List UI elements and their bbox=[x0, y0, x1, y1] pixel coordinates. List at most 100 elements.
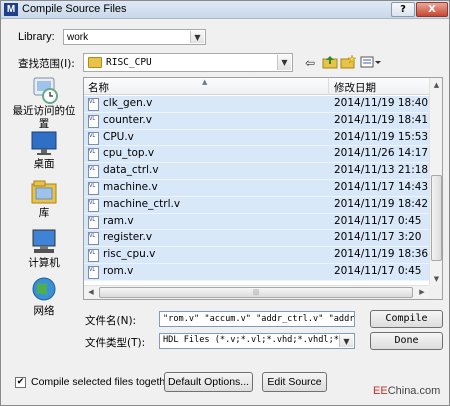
network-icon bbox=[28, 275, 60, 305]
verilog-file-icon: VL bbox=[88, 148, 99, 162]
horizontal-scrollbar[interactable]: ◀ ||| ▶ bbox=[84, 285, 429, 299]
scroll-corner bbox=[429, 285, 442, 299]
horizontal-scroll-thumb[interactable]: ||| bbox=[99, 287, 413, 298]
filename-label: 文件名(N): bbox=[85, 315, 137, 327]
file-date: 2014/11/19 18:41 bbox=[334, 113, 429, 126]
place-recent-places[interactable]: 最近访问的位置 bbox=[9, 75, 79, 131]
sort-ascending-icon: ▲ bbox=[202, 78, 208, 86]
column-date-modified[interactable]: 修改日期 bbox=[334, 80, 376, 95]
file-date: 2014/11/17 0:45 bbox=[334, 264, 422, 277]
look-in-label: 查找范围(I): bbox=[18, 58, 75, 70]
file-name: rom.v bbox=[103, 264, 134, 277]
place-computer[interactable]: 计算机 bbox=[9, 227, 79, 270]
watermark-logo: EEChina.com bbox=[373, 385, 440, 397]
library-label: Library: bbox=[18, 31, 55, 43]
verilog-file-icon: VL bbox=[88, 114, 99, 128]
file-name: cpu_top.v bbox=[103, 147, 155, 160]
compile-together-checkbox[interactable]: ✔ bbox=[15, 377, 26, 388]
compile-button[interactable]: Compile bbox=[370, 310, 443, 328]
file-name: machine.v bbox=[103, 180, 158, 193]
file-name: clk_gen.v bbox=[103, 97, 153, 109]
verilog-file-icon: VL bbox=[88, 265, 99, 279]
filetype-label: 文件类型(T): bbox=[85, 337, 146, 349]
place-label: 网络 bbox=[33, 305, 55, 317]
up-folder-icon[interactable] bbox=[321, 55, 339, 71]
place-label: 库 bbox=[38, 207, 50, 219]
file-date: 2014/11/19 18:36 bbox=[334, 248, 429, 261]
file-name: ram.v bbox=[103, 214, 134, 227]
file-row[interactable]: VL machine.v 2014/11/17 14:43 bbox=[84, 179, 429, 197]
look-in-select[interactable]: RISC_CPU ▼ bbox=[83, 53, 293, 72]
view-menu-icon[interactable] bbox=[359, 55, 383, 71]
verilog-file-icon: VL bbox=[88, 232, 99, 246]
done-button[interactable]: Done bbox=[370, 332, 443, 350]
place-label: 计算机 bbox=[28, 257, 60, 269]
place-desktop[interactable]: 桌面 bbox=[9, 128, 79, 171]
folder-icon bbox=[88, 57, 102, 68]
file-row[interactable]: VL ram.v 2014/11/17 0:45 bbox=[84, 213, 429, 231]
help-button[interactable]: ? bbox=[391, 2, 415, 17]
place-label: 桌面 bbox=[33, 158, 55, 170]
computer-icon bbox=[28, 227, 60, 257]
filetype-value: HDL Files (*.v;*.vl;*.vhd;*.vhdl;*.vh bbox=[163, 335, 339, 345]
place-network[interactable]: 网络 bbox=[9, 275, 79, 318]
filename-input[interactable]: "rom.v" "accum.v" "addr_ctrl.v" "addr_ bbox=[159, 311, 355, 327]
column-name[interactable]: 名称 bbox=[88, 80, 109, 95]
look-in-value: RISC_CPU bbox=[106, 57, 152, 68]
chevron-down-icon[interactable]: ▼ bbox=[277, 55, 291, 70]
column-separator[interactable] bbox=[328, 78, 329, 95]
file-name: CPU.v bbox=[103, 130, 134, 143]
file-name: data_ctrl.v bbox=[103, 164, 159, 177]
file-name: counter.v bbox=[103, 113, 152, 126]
vertical-scrollbar[interactable]: ▲ ▼ bbox=[429, 78, 442, 286]
file-name: register.v bbox=[103, 231, 153, 244]
vertical-scroll-thumb[interactable] bbox=[431, 175, 442, 261]
file-name: risc_cpu.v bbox=[103, 248, 156, 261]
library-select[interactable]: work ▼ bbox=[63, 29, 206, 45]
file-date: 2014/11/19 18:42 bbox=[334, 197, 429, 210]
file-row[interactable]: VL register.v 2014/11/17 3:20 bbox=[84, 230, 429, 248]
edit-source-button[interactable]: Edit Source bbox=[262, 372, 327, 392]
file-name: machine_ctrl.v bbox=[103, 197, 181, 210]
file-row[interactable]: VL machine_ctrl.v 2014/11/19 18:42 bbox=[84, 196, 429, 214]
file-list[interactable]: 名称 ▲ 修改日期 VL clk_gen.v 2014/11/19 18:40 VL… bbox=[83, 77, 443, 300]
default-options-button[interactable]: Default Options... bbox=[164, 372, 253, 392]
scroll-down-icon[interactable]: ▼ bbox=[430, 272, 443, 286]
file-row[interactable]: VL counter.v 2014/11/19 18:41 bbox=[84, 112, 429, 130]
scroll-left-icon[interactable]: ◀ bbox=[84, 286, 98, 299]
file-date: 2014/11/19 18:40 bbox=[334, 97, 429, 109]
filetype-select[interactable]: HDL Files (*.v;*.vl;*.vhd;*.vhdl;*.vh ▼ bbox=[159, 333, 355, 349]
file-row[interactable]: VL CPU.v 2014/11/19 15:53 bbox=[84, 129, 429, 147]
scroll-right-icon[interactable]: ▶ bbox=[415, 286, 429, 299]
file-date: 2014/11/26 14:17 bbox=[334, 147, 429, 160]
file-row[interactable]: VL risc_cpu.v 2014/11/19 18:36 bbox=[84, 247, 429, 264]
chevron-down-icon[interactable]: ▼ bbox=[190, 31, 204, 43]
verilog-file-icon: VL bbox=[88, 165, 99, 179]
chevron-down-icon[interactable]: ▼ bbox=[339, 335, 353, 347]
recent-places-icon bbox=[28, 75, 60, 105]
file-row[interactable]: VL cpu_top.v 2014/11/26 14:17 bbox=[84, 146, 429, 164]
watermark-main: China.com bbox=[387, 385, 441, 397]
window-title: Compile Source Files bbox=[22, 3, 127, 15]
file-row[interactable]: VL rom.v 2014/11/17 0:45 bbox=[84, 263, 429, 281]
file-date: 2014/11/17 14:43 bbox=[334, 180, 429, 193]
close-button[interactable]: X bbox=[416, 2, 448, 17]
back-icon[interactable]: ⇦ bbox=[301, 55, 319, 71]
verilog-file-icon: VL bbox=[88, 131, 99, 145]
libraries-icon bbox=[28, 177, 60, 207]
file-rows: VL clk_gen.v 2014/11/19 18:40 VL counter.v 2… bbox=[84, 96, 429, 281]
new-folder-icon[interactable] bbox=[339, 54, 357, 71]
title-bar[interactable]: M Compile Source Files ? X bbox=[1, 1, 449, 19]
file-date: 2014/11/17 0:45 bbox=[334, 214, 422, 227]
modelsim-app-icon: M bbox=[4, 3, 18, 16]
verilog-file-icon: VL bbox=[88, 249, 99, 263]
verilog-file-icon: VL bbox=[88, 181, 99, 195]
watermark-prefix: EE bbox=[373, 385, 388, 397]
column-header: 名称 ▲ 修改日期 bbox=[84, 78, 442, 95]
scroll-up-icon[interactable]: ▲ bbox=[430, 78, 443, 92]
file-row[interactable]: VL data_ctrl.v 2014/11/13 21:18 bbox=[84, 163, 429, 180]
place-libraries[interactable]: 库 bbox=[9, 177, 79, 220]
desktop-icon bbox=[28, 128, 60, 158]
file-row[interactable]: VL clk_gen.v 2014/11/19 18:40 bbox=[84, 96, 429, 113]
file-date: 2014/11/13 21:18 bbox=[334, 164, 429, 177]
